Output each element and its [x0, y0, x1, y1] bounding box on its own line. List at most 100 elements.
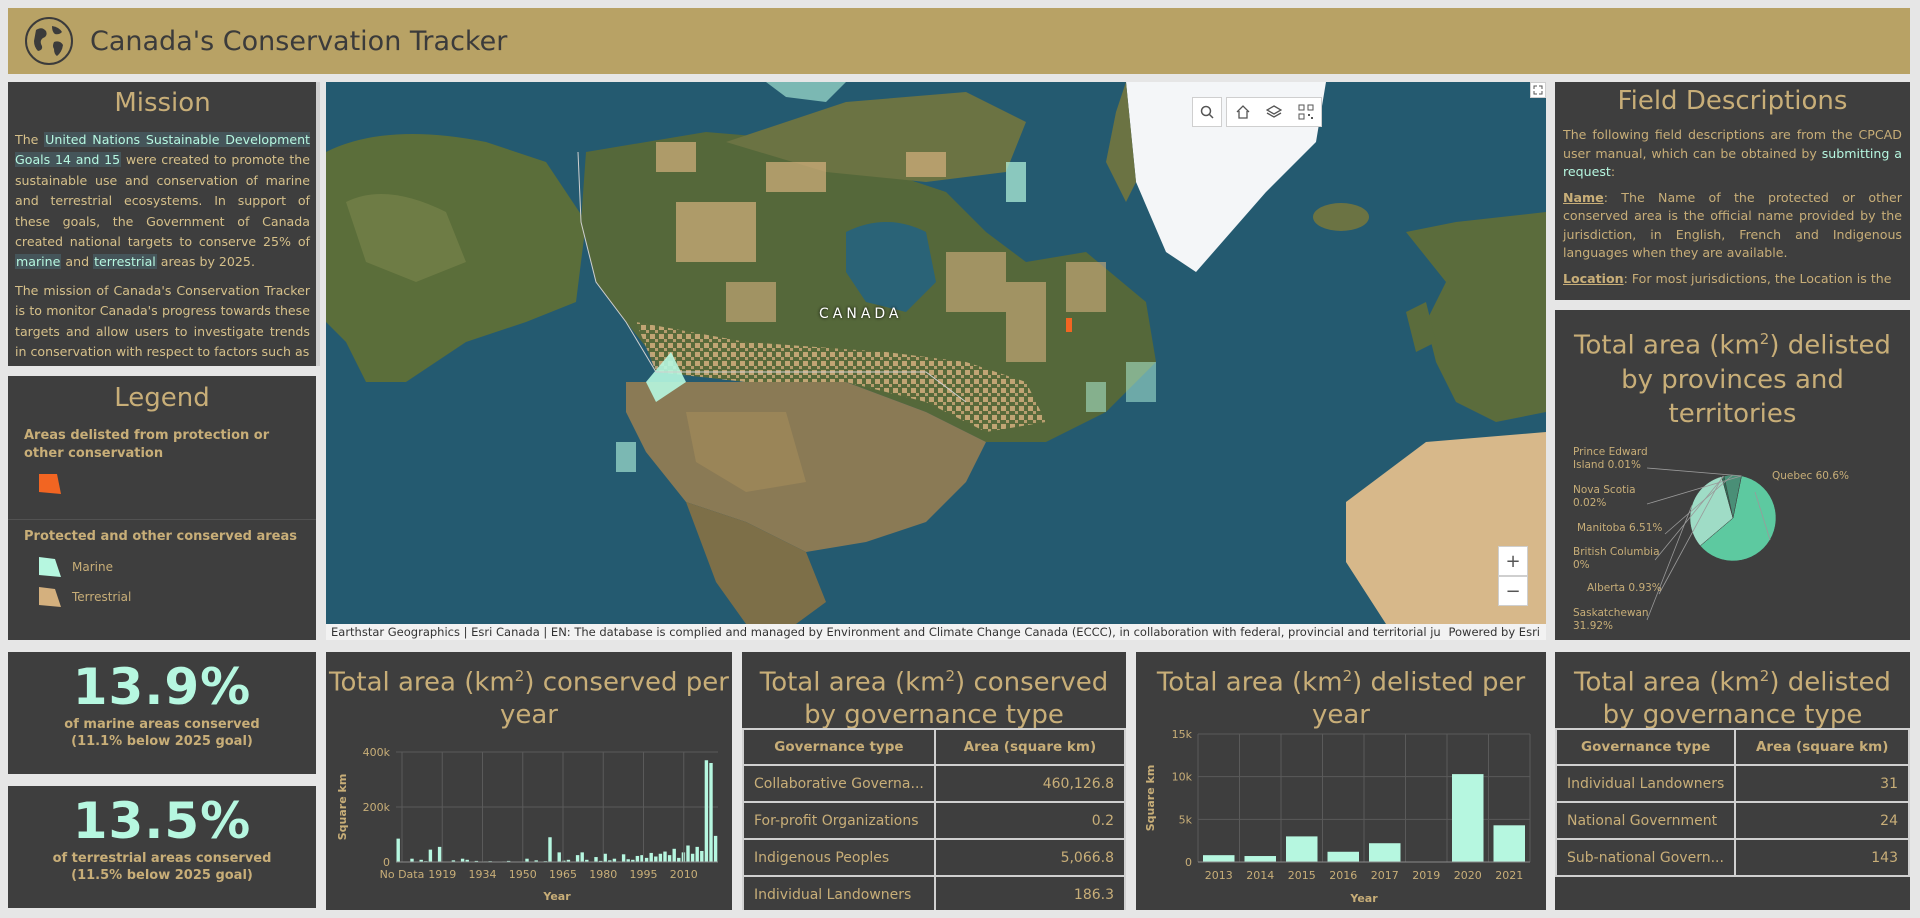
- table-row[interactable]: Collaborative Governa... 460,126.8: [742, 764, 1126, 803]
- bar: [594, 857, 598, 862]
- layers-button[interactable]: [1258, 97, 1290, 127]
- field-intro-text: :: [1610, 164, 1616, 179]
- terrestrial-link[interactable]: terrestrial: [93, 254, 157, 270]
- bar: [635, 855, 640, 862]
- column-header-governance[interactable]: Governance type: [1555, 728, 1737, 766]
- title-sup: 2: [1759, 667, 1770, 685]
- marine-stat-line-1: of marine areas conserved: [64, 717, 260, 732]
- mission-scrollbar[interactable]: [316, 82, 320, 366]
- table-row[interactable]: For-profit Organizations 0.2: [742, 801, 1126, 840]
- delisted-swatch-icon: [39, 474, 61, 494]
- map-canvas[interactable]: [326, 82, 1546, 624]
- delisted-governance-table: Governance type Area (square km) Individ…: [1555, 728, 1910, 877]
- pie-label-nova-scotia: Nova Scotia 0.02%: [1573, 484, 1636, 509]
- x-tick-label: 2019: [1412, 869, 1440, 882]
- bar: [580, 852, 584, 862]
- governance-cell: Indigenous Peoples: [742, 838, 936, 877]
- bar: [428, 849, 433, 862]
- bar: [677, 857, 681, 862]
- title-text: Total area (km: [1574, 330, 1760, 361]
- bar: [1286, 836, 1318, 862]
- y-tick-label: 400k: [363, 746, 391, 759]
- mission-paragraph-2: The mission of Canada's Conservation Tra…: [15, 282, 310, 360]
- fullscreen-button[interactable]: [1530, 82, 1546, 98]
- legend-divider: [8, 519, 316, 520]
- governance-cell: National Government: [1555, 801, 1737, 840]
- legend-delisted-heading: Areas delisted from protection or other …: [24, 428, 270, 461]
- attribution-text: Earthstar Geographics | Esri Canada | EN…: [331, 625, 1518, 639]
- delisted-province-pie-chart[interactable]: [1555, 402, 1910, 640]
- y-axis-label: Square km: [336, 774, 349, 841]
- y-tick-label: 200k: [363, 801, 391, 814]
- field-intro: The following field descriptions are fro…: [1563, 126, 1902, 182]
- x-tick-label: 2015: [1288, 869, 1316, 882]
- marine-swatch-icon: [39, 557, 61, 577]
- terrestrial-stat-card: 13.5% of terrestrial areas conserved (11…: [8, 786, 316, 908]
- x-tick-label: 1980: [589, 868, 617, 881]
- title-sup: 2: [1759, 330, 1770, 348]
- bar: [690, 853, 695, 862]
- table-row[interactable]: Indigenous Peoples 5,066.8: [742, 838, 1126, 877]
- search-button[interactable]: [1192, 97, 1222, 127]
- zoom-out-button[interactable]: −: [1498, 576, 1528, 606]
- bar: [709, 763, 713, 862]
- mission-text: The: [15, 132, 45, 147]
- title-text: Total area (km: [1156, 667, 1343, 698]
- conserved-governance-panel: Total area (km2) conserved by governance…: [742, 652, 1126, 910]
- conserved-per-year-chart[interactable]: 0200k400kNo Data 1919 1934 1950 1965 1980 1995…: [326, 740, 732, 910]
- delisted-per-year-chart[interactable]: 0 5k 10k 15k 2013 2014 2015 2016 2017 2019 2020 202…: [1136, 700, 1546, 910]
- bar: [649, 852, 653, 862]
- terrestrial-swatch-icon: [39, 587, 61, 607]
- pie-label-saskatchewan: Saskatchewan 31.92%: [1573, 607, 1649, 632]
- marine-stat-card: 13.9% of marine areas conserved (11.1% b…: [8, 652, 316, 774]
- map-country-label: CANADA: [819, 306, 903, 322]
- pie-label-quebec: Quebec 60.6%: [1772, 470, 1849, 482]
- qr-code-button[interactable]: [1290, 97, 1322, 127]
- mission-title: Mission: [114, 88, 211, 118]
- title-text: Total area (km: [759, 667, 946, 698]
- column-header-area[interactable]: Area (square km): [933, 728, 1126, 766]
- home-button[interactable]: [1226, 97, 1258, 127]
- title-sup: 2: [514, 667, 525, 685]
- x-axis-label: Year: [1349, 892, 1378, 905]
- x-tick-label: 1919: [428, 868, 456, 881]
- x-tick-label: 1965: [549, 868, 577, 881]
- bar: [621, 854, 626, 862]
- column-header-area[interactable]: Area (square km): [1734, 728, 1910, 766]
- powered-by-link[interactable]: Powered by Esri: [1440, 624, 1540, 640]
- bar: [700, 851, 704, 862]
- bar: [437, 846, 442, 862]
- y-tick-label: 15k: [1172, 728, 1193, 741]
- legend-title: Legend: [114, 383, 210, 413]
- conserved-per-year-title: Total area (km2) conserved per year: [326, 652, 732, 731]
- field-location-description: Location: For most jurisdictions, the Lo…: [1563, 270, 1902, 289]
- area-cell: 0.2: [933, 801, 1126, 840]
- bar: [1327, 851, 1359, 862]
- map-view[interactable]: CANADA + −: [326, 82, 1546, 624]
- area-cell: 5,066.8: [933, 838, 1126, 877]
- table-row[interactable]: Individual Landowners 31: [1555, 764, 1910, 803]
- marine-stat-value: 13.9%: [72, 658, 252, 716]
- marine-link[interactable]: marine: [15, 254, 62, 270]
- legend-marine-row: Marine: [8, 552, 316, 582]
- table-row[interactable]: National Government 24: [1555, 801, 1910, 840]
- x-tick-label: 2016: [1329, 869, 1357, 882]
- mission-panel[interactable]: Mission The United Nations Sustainable D…: [8, 82, 316, 366]
- x-axis-label: Year: [542, 890, 571, 903]
- mission-text: areas by 2025.: [156, 254, 255, 270]
- x-tick-label: 2014: [1246, 869, 1274, 882]
- column-header-governance[interactable]: Governance type: [742, 728, 936, 766]
- area-cell: 186.3: [933, 875, 1126, 910]
- area-cell: 143: [1734, 838, 1910, 877]
- terrestrial-stat-line-1: of terrestrial areas conserved: [52, 851, 272, 866]
- pie-label-manitoba: Manitoba 6.51%: [1577, 522, 1663, 534]
- field-name-description: Name: The Name of the protected or other…: [1563, 189, 1902, 263]
- table-row[interactable]: Individual Landowners 186.3: [742, 875, 1126, 910]
- bar: [695, 846, 699, 862]
- table-row[interactable]: Sub-national Govern... 143: [1555, 838, 1910, 877]
- zoom-in-button[interactable]: +: [1498, 546, 1528, 576]
- field-descriptions-panel[interactable]: Field Descriptions The following field d…: [1555, 82, 1910, 300]
- bar: [396, 838, 400, 862]
- x-tick-label: 2017: [1371, 869, 1399, 882]
- conserved-governance-title: Total area (km2) conserved by governance…: [742, 652, 1126, 731]
